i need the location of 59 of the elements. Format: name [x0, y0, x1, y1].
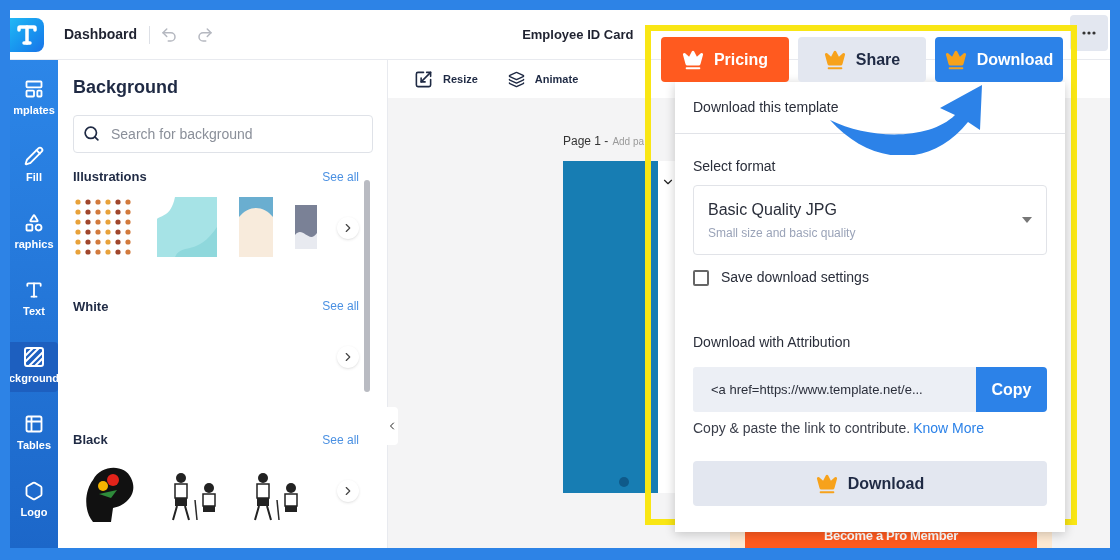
copy-button[interactable]: Copy: [976, 367, 1047, 412]
know-more-link[interactable]: Know More: [913, 418, 984, 439]
next-button[interactable]: [337, 479, 359, 502]
see-all-link[interactable]: See all: [322, 430, 359, 449]
page-title-field[interactable]: Add pa: [612, 134, 645, 149]
toolbar-button[interactable]: Resize: [414, 69, 478, 89]
share-button[interactable]: Share: [798, 37, 926, 82]
collapse-button[interactable]: [386, 407, 398, 445]
page-label: Page 1 -: [563, 133, 609, 150]
popup-header: Download this template: [693, 98, 839, 117]
attribution-note: Copy & paste the link to contribute.: [693, 419, 911, 438]
next-button[interactable]: [337, 216, 359, 239]
section-title: White: [73, 297, 109, 316]
search-field[interactable]: Search for background: [73, 115, 373, 153]
text-icon: [24, 280, 44, 301]
redo-icon[interactable]: [196, 25, 215, 44]
app-logo[interactable]: [10, 17, 44, 52]
see-all-link[interactable]: See all: [322, 297, 359, 316]
next-button[interactable]: [337, 346, 359, 368]
attribution-code-field[interactable]: <a href=https://www.template.net/e...: [693, 367, 976, 412]
section-title: Illustrations: [73, 168, 147, 186]
table-icon: [24, 414, 44, 435]
download-button[interactable]: Download: [935, 37, 1063, 82]
shapes-icon: [24, 213, 44, 234]
crown-icon: [815, 472, 838, 495]
rail-item[interactable]: Text: [10, 275, 58, 325]
crown-icon: [823, 48, 846, 71]
save-settings-checkbox[interactable]: Save download settings: [693, 267, 1047, 288]
pricing-button[interactable]: Pricing: [661, 37, 789, 82]
pencil-icon: [24, 146, 44, 167]
field-label: Select format: [693, 157, 777, 176]
dashboard-link[interactable]: Dashboard: [64, 24, 138, 45]
format-select[interactable]: Basic Quality JPG Small size and basic quality: [693, 185, 1047, 255]
stripes-icon: [24, 347, 44, 368]
rail-item[interactable]: Logo: [10, 476, 58, 526]
rail-item[interactable]: raphics: [10, 208, 58, 258]
rail-item[interactable]: Fill: [10, 141, 58, 191]
rail-item[interactable]: mplates: [10, 74, 58, 124]
resize-icon: [414, 69, 433, 89]
dropdown-arrow-icon: [1022, 217, 1032, 223]
more-icon: [1082, 31, 1096, 35]
animate-icon: [507, 70, 525, 88]
search-icon: [83, 125, 100, 142]
toolbar-button[interactable]: Animate: [507, 70, 579, 88]
field-label: Download with Attribution: [693, 333, 852, 352]
undo-icon[interactable]: [160, 25, 179, 44]
scrollbar[interactable]: [364, 180, 370, 392]
crown-icon: [681, 48, 704, 71]
see-all-link[interactable]: See all: [322, 167, 359, 186]
rail-item[interactable]: ckground: [10, 342, 58, 392]
panel-title: Background: [73, 76, 179, 99]
layout-icon: [24, 79, 44, 100]
crown-icon: [944, 48, 967, 71]
section-title: Black: [73, 431, 108, 449]
rail-item[interactable]: Tables: [10, 409, 58, 459]
letter-icon: [15, 22, 39, 47]
document-title[interactable]: Employee ID Card: [522, 24, 634, 45]
hexagon-icon: [24, 481, 44, 502]
download-button[interactable]: Download: [693, 461, 1047, 506]
